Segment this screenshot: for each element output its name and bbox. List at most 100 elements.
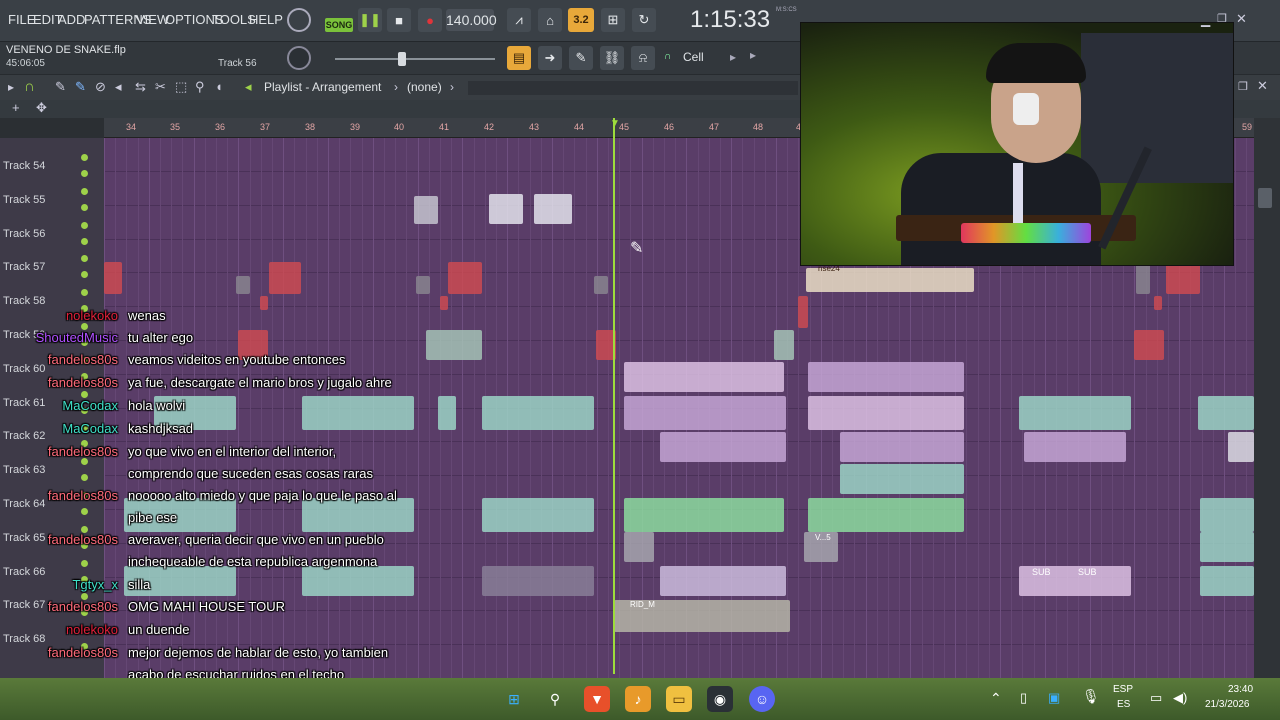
menu-help[interactable]: HELP (249, 12, 283, 27)
pattern-clip[interactable] (624, 362, 784, 392)
playhead[interactable] (613, 118, 615, 674)
pattern-clip[interactable] (808, 362, 964, 392)
metronome-button[interactable]: ⩘ (507, 8, 531, 32)
volume-icon[interactable]: ◀) (1173, 690, 1187, 706)
magnet-snap-icon[interactable]: ∩ (24, 78, 35, 95)
pattern-clip[interactable] (624, 532, 654, 562)
channel-rack-button[interactable]: ✎ (569, 46, 593, 70)
network-icon[interactable]: ▭ (1150, 690, 1162, 706)
pattern-clip[interactable] (798, 296, 808, 328)
pencil-tool-icon[interactable]: ✎ (55, 79, 66, 95)
pause-button[interactable]: ❚❚ (358, 8, 382, 32)
pattern-clip[interactable] (104, 262, 122, 294)
zoom-horizontal-icon[interactable]: ✥ (36, 100, 47, 116)
pattern-clip[interactable] (1136, 262, 1150, 294)
song-time-display[interactable]: 1:15:33 (690, 6, 770, 34)
pattern-clip[interactable] (416, 276, 430, 294)
pattern-clip[interactable] (1200, 498, 1254, 532)
slip-tool-icon[interactable]: ⇆ (135, 79, 146, 95)
vertical-scrollbar[interactable] (1254, 118, 1280, 678)
playback-tool-icon[interactable]: ◖ (215, 79, 223, 94)
obs-icon[interactable]: ◉ (707, 686, 733, 712)
pattern-clip[interactable] (448, 262, 482, 294)
pitch-knob[interactable] (287, 46, 311, 70)
track-mute-led[interactable] (81, 221, 88, 229)
chevron-up-icon[interactable]: ⌃ (990, 690, 1002, 707)
language-indicator[interactable]: ESP (1113, 684, 1133, 695)
tempo-display[interactable]: 140.000 (446, 9, 497, 31)
piano-roll-button[interactable]: ➜ (538, 46, 562, 70)
master-volume-knob[interactable] (287, 8, 311, 32)
file-explorer-icon[interactable]: ▭ (666, 686, 692, 712)
pattern-clip[interactable] (660, 566, 786, 596)
pattern-clip[interactable] (594, 276, 608, 294)
discord-icon[interactable]: ☺ (749, 686, 775, 712)
mixer-button[interactable]: ⍾ (631, 46, 655, 70)
pattern-clip[interactable] (534, 194, 572, 224)
brush-tool-icon[interactable]: ✎ (75, 79, 86, 95)
usb-icon[interactable]: ▯ (1020, 690, 1027, 706)
search-icon[interactable]: ⚲ (542, 686, 568, 712)
pattern-clip[interactable] (489, 194, 523, 224)
track-name[interactable]: Track 54 (3, 160, 45, 172)
brave-browser-icon[interactable]: ▼ (584, 686, 610, 712)
pattern-clip[interactable] (1228, 432, 1254, 462)
restore-icon[interactable]: ❐ (1217, 12, 1227, 25)
pattern-clip[interactable] (269, 262, 301, 294)
snap-selector[interactable]: Cell (683, 50, 704, 64)
wait-button[interactable]: ⌂ (538, 8, 562, 32)
fl-studio-icon[interactable]: ♪ (625, 686, 651, 712)
menu-add[interactable]: ADD (58, 12, 85, 27)
pattern-selector[interactable]: (none) (407, 80, 442, 94)
pattern-clip[interactable] (1134, 330, 1164, 360)
slider-handle[interactable] (398, 52, 406, 66)
menu-arrow-icon[interactable]: ▸ (8, 80, 14, 94)
clock-date[interactable]: 21/3/2026 (1205, 699, 1250, 710)
track-mute-led[interactable] (81, 203, 88, 211)
track-mute-led[interactable] (81, 187, 88, 195)
clock-time[interactable]: 23:40 (1228, 684, 1253, 695)
track-name[interactable]: Track 56 (3, 228, 45, 240)
pattern-clip[interactable] (774, 330, 794, 360)
playhead-marker-icon[interactable]: ▼ (610, 118, 620, 129)
pattern-clip[interactable] (1154, 296, 1162, 310)
start-icon[interactable]: ⊞ (501, 686, 527, 712)
track-mute-led[interactable] (81, 154, 88, 161)
delete-tool-icon[interactable]: ⊘ (95, 79, 106, 95)
loop-record-button[interactable]: ↻ (632, 8, 656, 32)
playlist-button[interactable]: ▤ (507, 46, 531, 70)
slice-tool-icon[interactable]: ✂ (155, 79, 166, 95)
bluetooth-icon[interactable]: ▣ (1048, 690, 1060, 706)
master-pitch-slider[interactable] (335, 58, 495, 60)
microphone-icon[interactable]: 🎙 (1082, 688, 1100, 705)
minimize-icon[interactable]: ▁ (1201, 13, 1210, 27)
pattern-clip[interactable] (1166, 262, 1200, 294)
pattern-clip[interactable] (624, 498, 784, 532)
pattern-clip[interactable] (1200, 566, 1254, 596)
track-mute-led[interactable] (81, 170, 88, 177)
pattern-clip[interactable] (840, 464, 964, 494)
record-button[interactable]: ● (418, 8, 442, 32)
link-button[interactable]: ⛓ (600, 46, 624, 70)
close-window-icon[interactable]: ✕ (1236, 11, 1247, 27)
mute-tool-icon[interactable]: ◂ (115, 79, 122, 95)
pattern-clip[interactable] (624, 396, 786, 430)
pattern-clip[interactable] (840, 432, 964, 462)
pattern-clip[interactable] (1198, 396, 1254, 430)
pattern-clip[interactable] (1024, 432, 1126, 462)
maximize-icon[interactable]: ❐ (1238, 80, 1248, 93)
menu-file[interactable]: FILE (8, 12, 35, 27)
track-name[interactable]: Track 55 (3, 194, 45, 206)
track-mute-led[interactable] (81, 289, 88, 297)
song-mode-button[interactable]: SONG (325, 18, 353, 32)
overview-scrollbar[interactable] (468, 81, 798, 95)
pattern-clip[interactable] (808, 396, 964, 430)
track-mute-led[interactable] (81, 271, 88, 279)
close-icon[interactable]: ✕ (1257, 78, 1268, 94)
track-mute-led[interactable] (81, 237, 88, 245)
scroll-thumb[interactable] (1258, 188, 1272, 208)
arrow-left-icon[interactable]: ◂ (245, 79, 252, 95)
pattern-number-button[interactable]: 3.2 (568, 8, 594, 32)
track-name[interactable]: Track 57 (3, 261, 45, 273)
add-track-icon[interactable]: + (12, 100, 20, 115)
